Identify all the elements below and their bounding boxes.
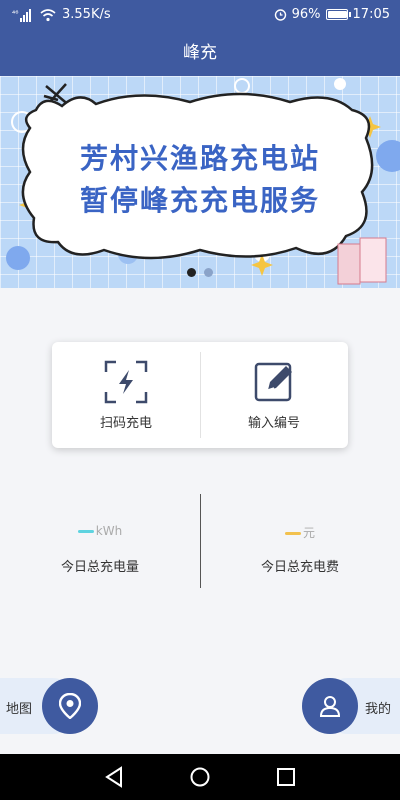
- mine-label: 我的: [365, 702, 392, 717]
- carousel-dot[interactable]: [204, 268, 213, 277]
- scan-charge-label: 扫码充电: [99, 416, 152, 431]
- carousel-dot[interactable]: [187, 268, 196, 277]
- promo-banner[interactable]: 芳村兴渔路充电站 暂停峰充充电服务: [0, 76, 400, 288]
- battery-percent: 96%: [291, 7, 321, 22]
- signal-text: ⁴⁶: [12, 9, 18, 18]
- location-pin-icon: [59, 693, 81, 719]
- status-bar: ⁴⁶ 3.55K/s 96% 17:05: [0, 0, 400, 30]
- battery-icon: [325, 9, 351, 20]
- map-label: 地图: [6, 702, 33, 717]
- battery-fill: [327, 11, 347, 18]
- clock: 17:05: [352, 7, 390, 22]
- fee-dash: [284, 532, 301, 535]
- fee-label: 今日总充电费: [260, 560, 339, 575]
- energy-dash: [77, 530, 94, 533]
- energy-label: 今日总充电量: [60, 560, 139, 575]
- mine-button[interactable]: [302, 678, 358, 734]
- user-icon: [319, 696, 341, 717]
- signal-icon: ⁴⁶: [12, 8, 31, 22]
- scan-charge-button[interactable]: 扫码充电: [52, 342, 200, 448]
- home-icon[interactable]: [189, 766, 211, 788]
- energy-value: kWh: [0, 524, 200, 538]
- energy-unit: kWh: [95, 524, 123, 538]
- input-number-button[interactable]: 输入编号: [200, 342, 348, 448]
- fee-unit: 元: [302, 526, 315, 540]
- energy-stat: kWh 今日总充电量: [0, 494, 200, 588]
- banner-line-2: 暂停峰充充电服务: [79, 184, 320, 217]
- action-card: 扫码充电 输入编号: [52, 342, 348, 448]
- alarm-icon: [274, 9, 286, 21]
- app-bar: 峰充: [0, 30, 400, 76]
- banner-text: 芳村兴渔路充电站 暂停峰充充电服务: [40, 138, 360, 222]
- fee-value: 元: [200, 524, 400, 541]
- map-button[interactable]: [42, 678, 98, 734]
- scan-charge-icon: [104, 360, 148, 404]
- daily-stats: kWh 今日总充电量 元 今日总充电费: [0, 494, 400, 588]
- recents-icon[interactable]: [275, 766, 297, 788]
- bottom-controls: 地图 我的: [0, 678, 400, 734]
- fee-stat: 元 今日总充电费: [200, 494, 400, 588]
- wifi-icon: [40, 8, 56, 21]
- status-left: ⁴⁶ 3.55K/s: [12, 7, 111, 22]
- edit-number-icon: [254, 362, 292, 402]
- input-number-label: 输入编号: [247, 416, 300, 431]
- system-nav-bar: [0, 754, 400, 800]
- page-title: 峰充: [183, 43, 217, 63]
- net-speed: 3.55K/s: [62, 7, 111, 22]
- back-icon[interactable]: [103, 766, 125, 788]
- carousel-indicators: [187, 268, 213, 277]
- banner-line-1: 芳村兴渔路充电站: [79, 142, 320, 175]
- status-right: 96% 17:05: [274, 7, 390, 22]
